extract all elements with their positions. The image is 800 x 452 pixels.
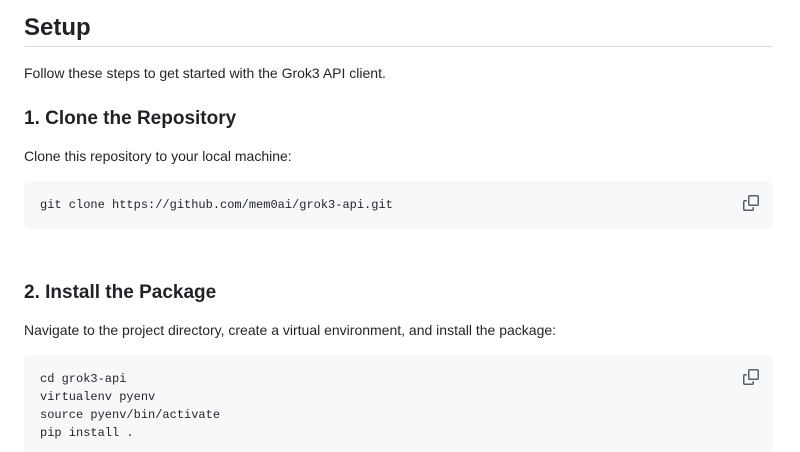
copy-button-clone[interactable] bbox=[739, 191, 763, 215]
copy-button-install[interactable] bbox=[739, 365, 763, 389]
code-block-clone: git clone https://github.com/mem0ai/grok… bbox=[24, 181, 773, 229]
code-content-install: cd grok3-api virtualenv pyenv source pye… bbox=[40, 372, 221, 440]
intro-paragraph: Follow these steps to get started with t… bbox=[24, 65, 386, 81]
code-block-install: cd grok3-api virtualenv pyenv source pye… bbox=[24, 355, 773, 452]
section-heading-setup: Setup bbox=[24, 13, 773, 47]
step-1-description: Clone this repository to your local mach… bbox=[24, 148, 292, 164]
code-text-clone: git clone https://github.com/mem0ai/grok… bbox=[40, 196, 733, 214]
code-text-install: cd grok3-api virtualenv pyenv source pye… bbox=[40, 370, 733, 442]
copy-icon bbox=[743, 369, 759, 385]
code-content-clone: git clone https://github.com/mem0ai/grok… bbox=[40, 198, 393, 212]
copy-icon bbox=[743, 195, 759, 211]
step-1-heading: 1. Clone the Repository bbox=[24, 108, 237, 129]
step-2-heading: 2. Install the Package bbox=[24, 282, 217, 303]
step-2-description: Navigate to the project directory, creat… bbox=[24, 322, 557, 338]
readme-setup-section: Setup Follow these steps to get started … bbox=[0, 0, 800, 452]
